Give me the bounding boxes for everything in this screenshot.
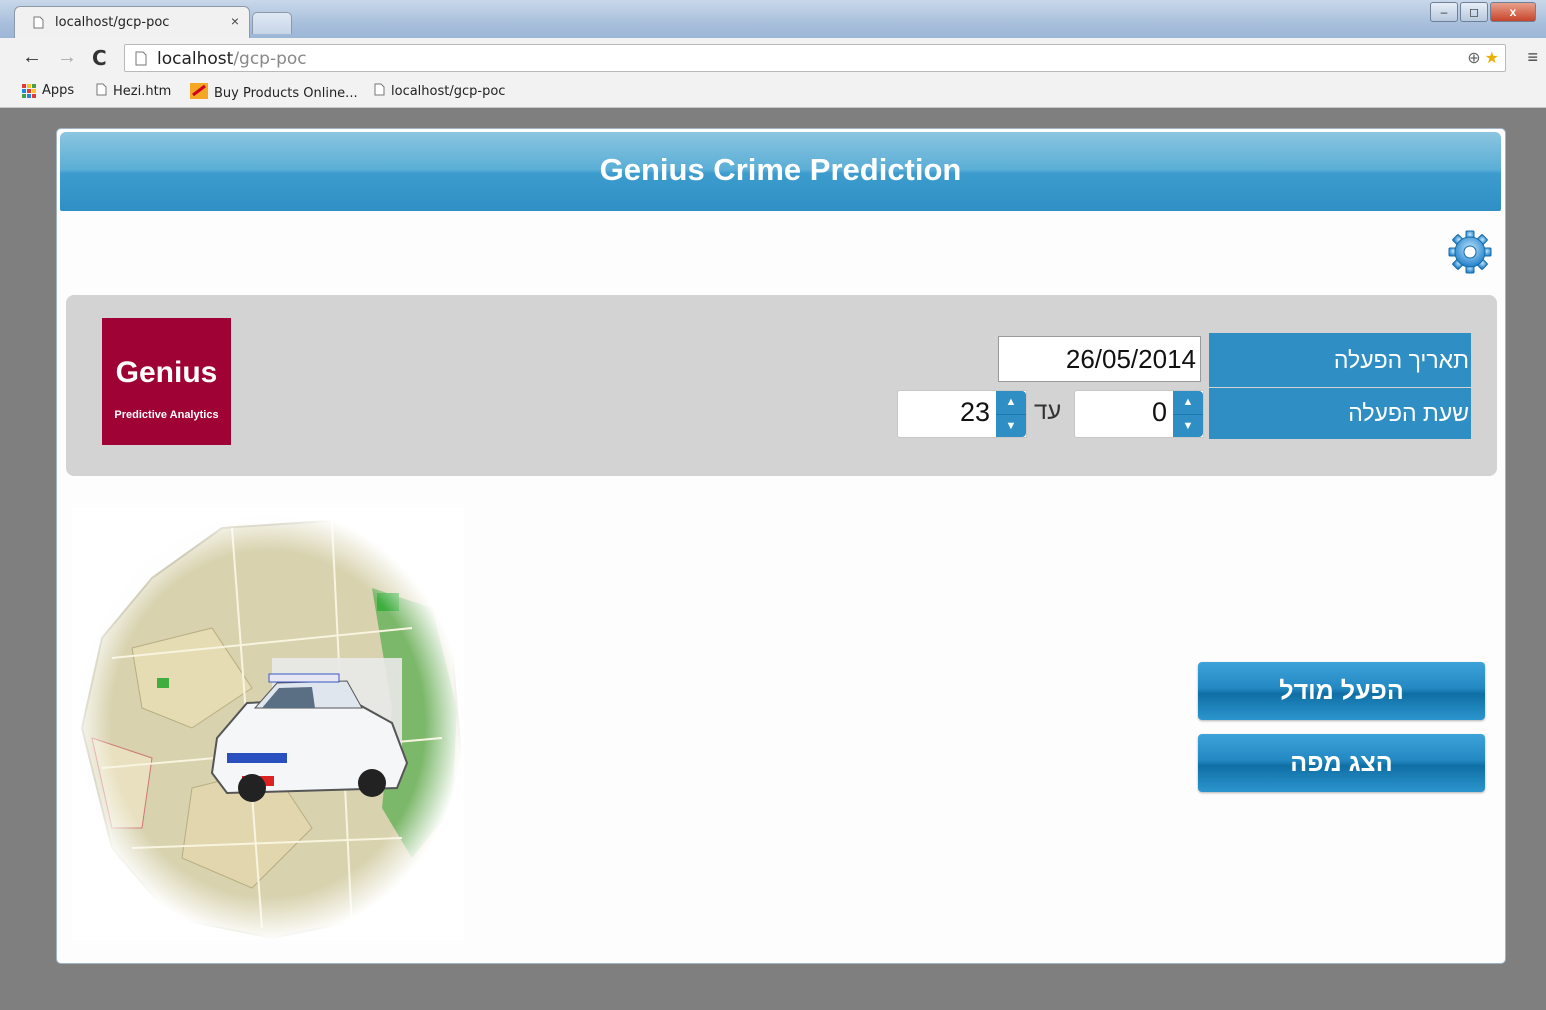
forward-arrow-icon[interactable]: → xyxy=(57,46,77,69)
page-icon xyxy=(33,16,44,34)
genius-logo: Genius Predictive Analytics xyxy=(102,318,231,445)
close-window-button[interactable]: x xyxy=(1490,2,1536,22)
date-label: תאריך הפעלה xyxy=(1209,333,1471,387)
url-text: localhost/gcp-poc xyxy=(157,49,307,69)
show-map-button[interactable]: הצג מפה xyxy=(1198,734,1485,792)
time-from-stepper[interactable]: 0 ▲ ▼ xyxy=(1074,390,1204,438)
tab-close-icon[interactable]: × xyxy=(231,13,239,29)
apps-grid-icon xyxy=(22,83,36,98)
address-bar[interactable]: localhost/gcp-poc ⊕ ★ xyxy=(124,44,1506,72)
chevron-up-icon[interactable]: ▲ xyxy=(1173,391,1203,414)
bookmark-label: Apps xyxy=(42,83,75,98)
time-to-label: עד xyxy=(1034,398,1062,425)
reload-icon[interactable]: C xyxy=(92,46,107,70)
aliexpress-icon xyxy=(190,83,208,103)
new-tab-button[interactable] xyxy=(252,12,292,34)
browser-tab[interactable]: localhost/gcp-poc × xyxy=(14,6,250,38)
bookmark-star-icon[interactable]: ★ xyxy=(1485,50,1499,67)
window-controls: – ◻ x xyxy=(1430,2,1536,22)
page-icon xyxy=(96,83,107,100)
bookmark-label: Buy Products Online... xyxy=(214,85,358,101)
url-host: localhost xyxy=(157,49,234,69)
logo-name: Genius xyxy=(115,356,218,389)
run-model-button[interactable]: הפעל מודל xyxy=(1198,662,1485,720)
bookmark-label: localhost/gcp-poc xyxy=(391,84,506,99)
omnibox-icons: ⊕ ★ xyxy=(1467,48,1499,68)
date-field[interactable]: 26/05/2014 xyxy=(998,336,1201,382)
minimize-button[interactable]: – xyxy=(1430,2,1458,22)
maximize-button[interactable]: ◻ xyxy=(1460,2,1488,22)
bookmark-localhost[interactable]: localhost/gcp-poc xyxy=(374,83,505,100)
time-from-spin-buttons: ▲ ▼ xyxy=(1173,391,1203,437)
menu-icon[interactable]: ≡ xyxy=(1527,47,1538,68)
time-from-value: 0 xyxy=(1151,397,1167,427)
bookmark-label: Hezi.htm xyxy=(113,84,172,99)
map-police-car-image xyxy=(72,508,464,940)
back-arrow-icon[interactable]: ← xyxy=(22,46,42,69)
time-to-value: 23 xyxy=(959,397,990,427)
logo-tagline: Predictive Analytics xyxy=(114,409,219,421)
chevron-down-icon[interactable]: ▼ xyxy=(996,414,1026,438)
tab-title: localhost/gcp-poc xyxy=(55,15,170,30)
page-icon xyxy=(135,51,147,71)
time-to-stepper[interactable]: 23 ▲ ▼ xyxy=(897,390,1027,438)
page-icon xyxy=(374,83,385,100)
zoom-icon[interactable]: ⊕ xyxy=(1467,50,1480,67)
chevron-down-icon[interactable]: ▼ xyxy=(1173,414,1203,438)
app-header: Genius Crime Prediction xyxy=(60,132,1501,211)
time-label: שעת הפעלה xyxy=(1209,388,1471,439)
chevron-up-icon[interactable]: ▲ xyxy=(996,391,1026,414)
settings-gear-icon[interactable] xyxy=(1447,229,1493,275)
bookmark-buy-products[interactable]: Buy Products Online... xyxy=(190,83,358,103)
bookmarks-bar: Apps Hezi.htm Buy Products Online... loc… xyxy=(0,78,1546,108)
bookmark-hezi[interactable]: Hezi.htm xyxy=(96,83,171,100)
page-title: Genius Crime Prediction xyxy=(599,152,962,187)
bookmark-apps[interactable]: Apps xyxy=(22,83,74,98)
browser-titlebar: localhost/gcp-poc × – ◻ x xyxy=(0,0,1546,38)
time-to-spin-buttons: ▲ ▼ xyxy=(996,391,1026,437)
url-path: /gcp-poc xyxy=(233,49,307,69)
browser-toolbar: ← → C localhost/gcp-poc ⊕ ★ ≡ xyxy=(0,38,1546,78)
